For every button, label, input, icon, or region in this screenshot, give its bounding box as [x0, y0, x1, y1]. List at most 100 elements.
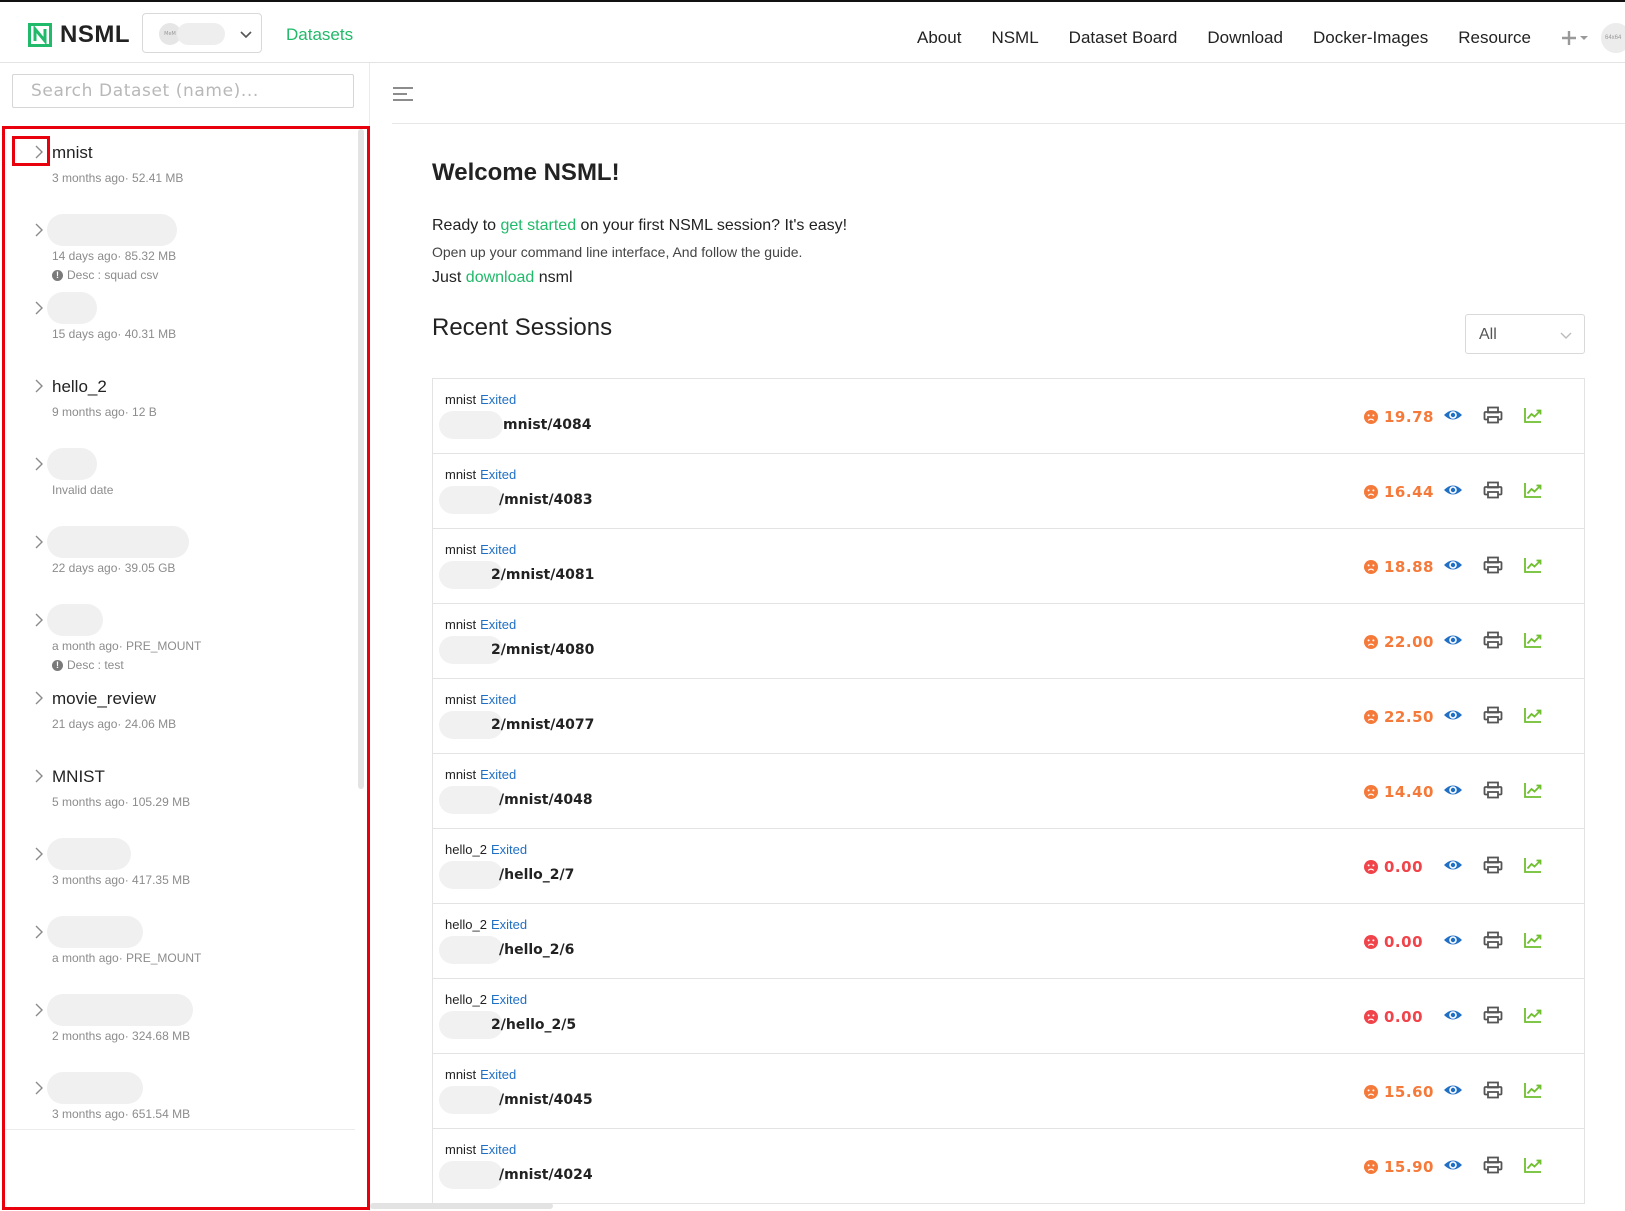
eye-icon[interactable]: [1443, 781, 1463, 799]
session-row[interactable]: mnist Exited mnist/4084 19.78: [433, 379, 1584, 454]
session-name-link[interactable]: 2/hello_2/5: [491, 1017, 576, 1033]
session-row[interactable]: mnist Exited/mnist/4083 16.44: [433, 454, 1584, 529]
print-icon[interactable]: [1483, 481, 1503, 499]
session-name-link[interactable]: /hello_2/7: [499, 867, 574, 883]
eye-icon[interactable]: [1443, 706, 1463, 724]
print-icon[interactable]: [1483, 1156, 1503, 1174]
eye-icon[interactable]: [1443, 856, 1463, 874]
dataset-name-redacted[interactable]: [47, 1072, 143, 1104]
session-name-link[interactable]: 2/mnist/4080: [491, 642, 594, 658]
chevron-right-icon[interactable]: [32, 223, 46, 237]
print-icon[interactable]: [1483, 781, 1503, 799]
nsml-logo[interactable]: NSML: [28, 21, 130, 48]
session-row[interactable]: hello_2 Exited/hello_2/7 0.00: [433, 829, 1584, 904]
menu-item-dataset-board[interactable]: Dataset Board: [1069, 28, 1178, 48]
print-icon[interactable]: [1483, 706, 1503, 724]
chart-icon[interactable]: [1523, 1006, 1543, 1024]
session-row[interactable]: mnist Exited 2/mnist/4081 18.88: [433, 529, 1584, 604]
eye-icon[interactable]: [1443, 1006, 1463, 1024]
dataset-item[interactable]: a month ago· PRE_MOUNT! Desc : test: [5, 597, 355, 673]
dataset-name-redacted[interactable]: [47, 448, 97, 480]
session-row[interactable]: hello_2 Exited 2/hello_2/5 0.00: [433, 979, 1584, 1054]
chart-icon[interactable]: [1523, 931, 1543, 949]
sidebar-scrollbar[interactable]: [358, 129, 364, 789]
print-icon[interactable]: [1483, 631, 1503, 649]
dataset-item[interactable]: 15 days ago· 40.31 MB: [5, 285, 355, 361]
dataset-item[interactable]: hello_2 9 months ago· 12 B: [5, 363, 355, 439]
dataset-item[interactable]: 2 months ago· 324.68 MB: [5, 987, 355, 1063]
chevron-right-icon[interactable]: [32, 925, 46, 939]
collapse-sidebar-icon[interactable]: [392, 85, 414, 103]
chart-icon[interactable]: [1523, 1081, 1543, 1099]
dataset-name[interactable]: MNIST: [52, 767, 105, 787]
eye-icon[interactable]: [1443, 631, 1463, 649]
dataset-name[interactable]: mnist: [52, 143, 93, 163]
dataset-name-redacted[interactable]: [47, 292, 97, 324]
print-icon[interactable]: [1483, 406, 1503, 424]
session-row[interactable]: mnist Exited 2/mnist/4077 22.50: [433, 679, 1584, 754]
session-name-link[interactable]: /hello_2/6: [499, 942, 574, 958]
eye-icon[interactable]: [1443, 406, 1463, 424]
chart-icon[interactable]: [1523, 856, 1543, 874]
search-dataset-input[interactable]: [12, 74, 354, 108]
dataset-name[interactable]: hello_2: [52, 377, 107, 397]
dataset-name-redacted[interactable]: [47, 994, 193, 1026]
print-icon[interactable]: [1483, 931, 1503, 949]
menu-item-nsml[interactable]: NSML: [991, 28, 1038, 48]
menu-item-resource[interactable]: Resource: [1458, 28, 1531, 48]
menu-item-docker-images[interactable]: Docker-Images: [1313, 28, 1428, 48]
dataset-item[interactable]: Invalid date: [5, 441, 355, 517]
chart-icon[interactable]: [1523, 1156, 1543, 1174]
eye-icon[interactable]: [1443, 1081, 1463, 1099]
chevron-right-icon[interactable]: [32, 379, 46, 393]
print-icon[interactable]: [1483, 1006, 1503, 1024]
dataset-name-redacted[interactable]: [47, 604, 103, 636]
chart-icon[interactable]: [1523, 781, 1543, 799]
dataset-name-redacted[interactable]: [47, 526, 189, 558]
dataset-name-redacted[interactable]: [47, 916, 143, 948]
chevron-right-icon[interactable]: [32, 847, 46, 861]
dataset-name-redacted[interactable]: [47, 838, 131, 870]
dataset-name-redacted[interactable]: [47, 214, 177, 246]
chevron-right-icon[interactable]: [32, 613, 46, 627]
chevron-right-icon[interactable]: [32, 301, 46, 315]
session-row[interactable]: hello_2 Exited/hello_2/6 0.00: [433, 904, 1584, 979]
session-name-link[interactable]: /mnist/4024: [499, 1167, 593, 1183]
print-icon[interactable]: [1483, 856, 1503, 874]
menu-item-download[interactable]: Download: [1207, 28, 1283, 48]
session-row[interactable]: mnist Exited/mnist/4048 14.40: [433, 754, 1584, 829]
session-row[interactable]: mnist Exited 2/mnist/4080 22.00: [433, 604, 1584, 679]
chart-icon[interactable]: [1523, 631, 1543, 649]
chevron-right-icon[interactable]: [32, 691, 46, 705]
dataset-item[interactable]: movie_review 21 days ago· 24.06 MB: [5, 675, 355, 751]
menu-item-about[interactable]: About: [917, 28, 961, 48]
print-icon[interactable]: [1483, 556, 1503, 574]
session-name-link[interactable]: /mnist/4048: [499, 792, 593, 808]
chevron-right-icon[interactable]: [32, 1003, 46, 1017]
dataset-item[interactable]: 3 months ago· 417.35 MB: [5, 831, 355, 907]
get-started-link[interactable]: get started: [500, 217, 576, 234]
session-name-link[interactable]: /mnist/4083: [499, 492, 593, 508]
dataset-item[interactable]: 22 days ago· 39.05 GB: [5, 519, 355, 595]
chevron-right-icon[interactable]: [32, 1081, 46, 1095]
session-name-link[interactable]: 2/mnist/4077: [491, 717, 594, 733]
chart-icon[interactable]: [1523, 406, 1543, 424]
chevron-right-icon[interactable]: [32, 769, 46, 783]
nav-datasets[interactable]: Datasets: [286, 25, 353, 45]
session-row[interactable]: mnist Exited/mnist/4045 15.60: [433, 1054, 1584, 1129]
eye-icon[interactable]: [1443, 481, 1463, 499]
chevron-right-icon[interactable]: [32, 457, 46, 471]
session-name-link[interactable]: 2/mnist/4081: [491, 567, 594, 583]
chart-icon[interactable]: [1523, 481, 1543, 499]
dataset-item[interactable]: 14 days ago· 85.32 MB! Desc : squad csv: [5, 207, 355, 283]
print-icon[interactable]: [1483, 1081, 1503, 1099]
dataset-name[interactable]: movie_review: [52, 689, 156, 709]
organization-select[interactable]: MeM: [142, 13, 262, 53]
chart-icon[interactable]: [1523, 706, 1543, 724]
dataset-item[interactable]: mnist 3 months ago· 52.41 MB: [5, 129, 355, 205]
add-menu-button[interactable]: [1561, 30, 1589, 46]
dataset-item[interactable]: MNIST 5 months ago· 105.29 MB: [5, 753, 355, 829]
chart-icon[interactable]: [1523, 556, 1543, 574]
session-name-link[interactable]: /mnist/4045: [499, 1092, 593, 1108]
eye-icon[interactable]: [1443, 1156, 1463, 1174]
